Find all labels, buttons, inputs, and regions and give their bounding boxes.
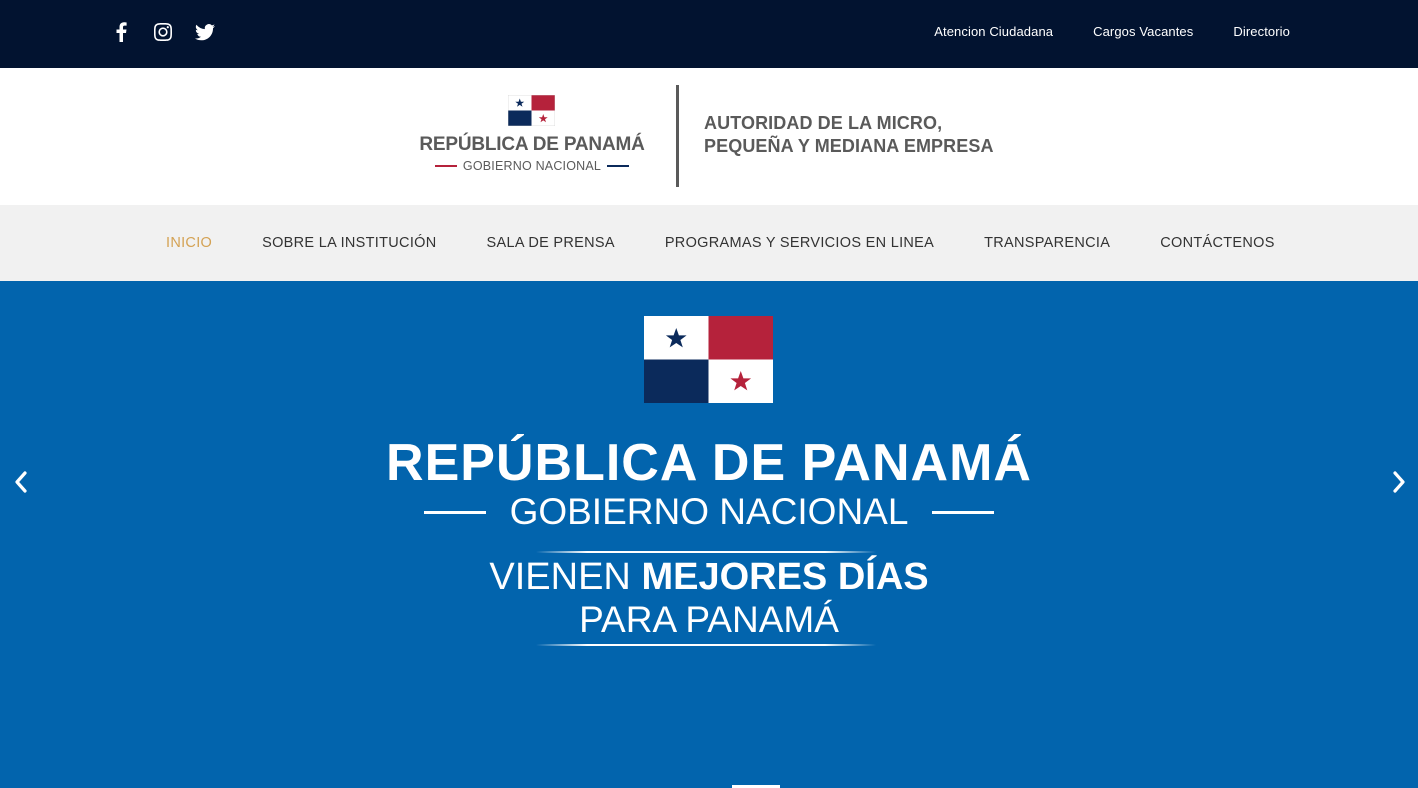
hero-subtitle: GOBIERNO NACIONAL [509,491,909,532]
nav-item-sobre-la-institucion[interactable]: SOBRE LA INSTITUCIÓN [262,235,436,251]
instagram-icon[interactable] [152,21,174,43]
panama-flag-icon [508,95,555,126]
site-header: REPÚBLICA DE PANAMÁ GOBIERNO NACIONAL AU… [0,68,1418,205]
hero-slogan-light: VIENEN [489,556,642,598]
main-nav: INICIO SOBRE LA INSTITUCIÓN SALA DE PREN… [0,205,1418,281]
hero-slogan-line2: PARA PANAMÁ [579,599,839,640]
slogan-bottom-divider [536,644,876,646]
nav-item-transparencia[interactable]: TRANSPARENCIA [984,235,1110,251]
logo-subtitle: GOBIERNO NACIONAL [462,159,602,173]
twitter-icon[interactable] [194,21,216,43]
chevron-right-icon [1393,471,1405,493]
top-bar: Atencion Ciudadana Cargos Vacantes Direc… [0,0,1418,68]
slider-prev-button[interactable] [6,467,36,497]
slogan-top-divider [536,551,876,553]
slider-next-button[interactable] [1384,467,1414,497]
logo-title: REPÚBLICA DE PANAMÁ [419,134,645,155]
logo-divider-line-blue [607,165,630,167]
hero-subtitle-line-right [932,510,995,514]
institution-name-line1: AUTORIDAD DE LA MICRO, [704,113,943,133]
hero-subtitle-line-left [423,510,486,514]
institution-name-line2: PEQUEÑA Y MEDIANA EMPRESA [704,136,994,156]
logo-divider-line-red [434,165,457,167]
hero-slogan-bold: MEJORES DÍAS [641,556,929,598]
hero-subtitle-row: GOBIERNO NACIONAL [0,491,1418,533]
chevron-left-icon [15,471,27,493]
header-divider [676,85,679,187]
hero-slogan-line1: VIENEN MEJORES DÍAS [0,556,1418,599]
government-logo[interactable]: REPÚBLICA DE PANAMÁ GOBIERNO NACIONAL [416,94,648,178]
hero-slider: REPÚBLICA DE PANAMÁ GOBIERNO NACIONAL VI… [0,281,1418,788]
hero-title: REPÚBLICA DE PANAMÁ [386,434,1032,492]
top-link-directorio[interactable]: Directorio [1233,24,1290,39]
nav-item-sala-de-prensa[interactable]: SALA DE PRENSA [487,235,615,251]
facebook-icon[interactable] [110,21,132,43]
social-links [110,20,236,44]
top-link-cargos-vacantes[interactable]: Cargos Vacantes [1093,24,1193,39]
nav-item-programas-y-servicios[interactable]: PROGRAMAS Y SERVICIOS EN LINEA [665,235,934,251]
top-links: Atencion Ciudadana Cargos Vacantes Direc… [894,24,1290,39]
institution-name: AUTORIDAD DE LA MICRO, PEQUEÑA Y MEDIANA… [704,112,994,158]
panama-flag-icon [644,316,773,403]
top-link-atencion-ciudadana[interactable]: Atencion Ciudadana [934,24,1053,39]
nav-item-contactenos[interactable]: CONTÁCTENOS [1160,235,1274,251]
logo-subtitle-row: GOBIERNO NACIONAL [416,159,648,173]
nav-item-inicio[interactable]: INICIO [166,235,212,251]
